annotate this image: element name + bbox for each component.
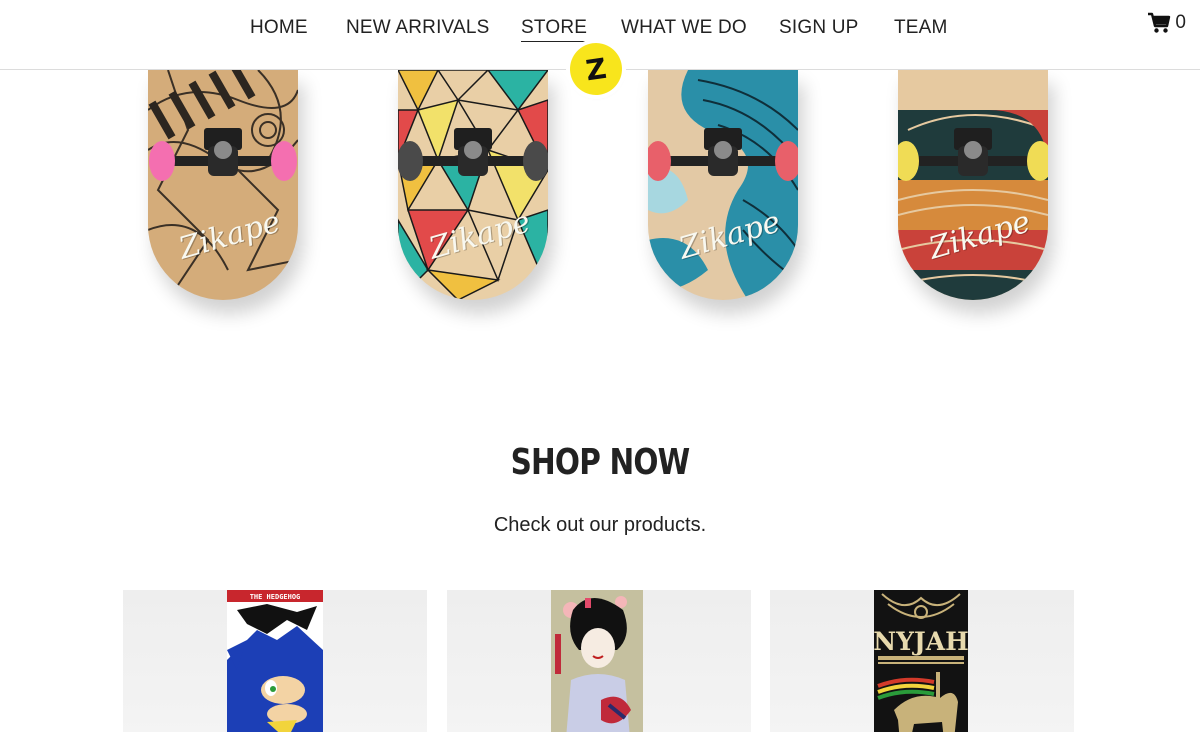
product-card[interactable] bbox=[447, 590, 751, 732]
cart-count: 0 bbox=[1175, 12, 1186, 33]
product-image: THE HEDGEHOG bbox=[227, 590, 323, 732]
product-deck-art: NYJAH bbox=[874, 590, 968, 732]
product-deck-caption: THE HEDGEHOG bbox=[250, 593, 301, 601]
product-deck-art: THE HEDGEHOG bbox=[227, 590, 323, 732]
product-image: NYJAH bbox=[874, 590, 968, 732]
skateboard-truck bbox=[648, 128, 798, 181]
nav-sign-up[interactable]: SIGN UP bbox=[779, 17, 859, 39]
cart-button[interactable]: 0 bbox=[1147, 12, 1186, 34]
hero-skateboard: Zikape bbox=[148, 70, 298, 300]
hero-skateboards: Zikape Zikape Zikape Zikape bbox=[0, 70, 1200, 330]
skateboard-truck bbox=[398, 128, 548, 181]
hero-skateboard: Zikape bbox=[898, 70, 1048, 300]
skateboard-truck bbox=[149, 128, 297, 181]
nav-what-we-do[interactable]: WHAT WE DO bbox=[621, 17, 747, 39]
nav-home[interactable]: HOME bbox=[250, 17, 308, 39]
nav-new-arrivals[interactable]: NEW ARRIVALS bbox=[346, 17, 490, 39]
product-deck-art bbox=[551, 590, 643, 732]
hero-skateboard: Zikape bbox=[648, 70, 798, 300]
hero-skateboard: Zikape bbox=[398, 70, 548, 300]
shopping-cart-icon bbox=[1148, 12, 1171, 33]
product-card[interactable]: NYJAH bbox=[770, 590, 1074, 732]
nav-store[interactable]: STORE bbox=[521, 17, 588, 42]
product-card[interactable]: THE HEDGEHOG bbox=[123, 590, 427, 732]
product-deck-caption: NYJAH bbox=[874, 627, 968, 656]
nav-team[interactable]: TEAM bbox=[894, 17, 948, 39]
skateboard-truck bbox=[898, 128, 1048, 181]
shop-now-heading: SHOP NOW bbox=[510, 442, 691, 483]
product-image bbox=[551, 590, 643, 732]
shop-now-subtitle: Check out our products. bbox=[493, 514, 707, 536]
